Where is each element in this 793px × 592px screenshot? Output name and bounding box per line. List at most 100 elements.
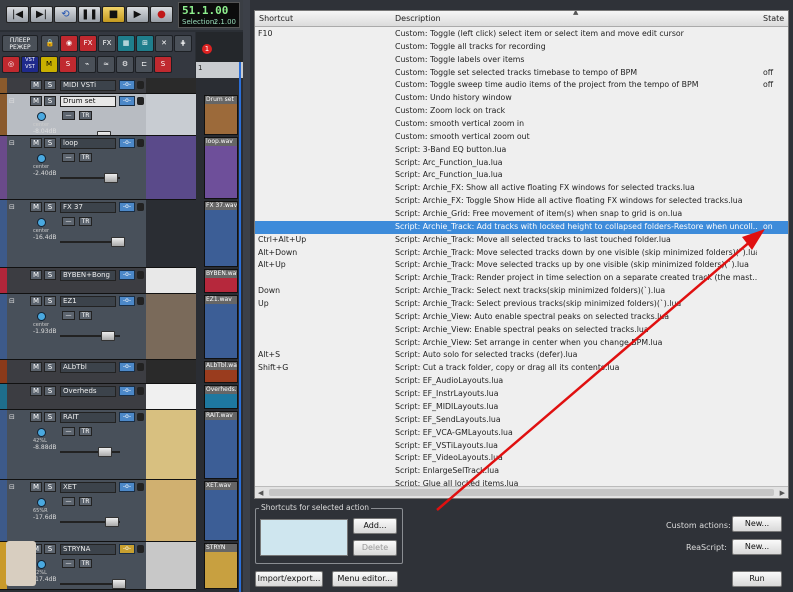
action-row[interactable]: Script: Archie_FX: Toggle Show Hide all … [255,195,788,208]
track-io-button[interactable]: TR [79,311,92,320]
track-route-button[interactable]: -o- [119,202,135,212]
pan-knob-icon[interactable] [37,312,46,321]
track-solo-button[interactable]: S [44,270,56,280]
media-item[interactable]: Overheds.wav [204,385,238,409]
crossfade-icon[interactable]: ✕ [155,35,173,52]
pause-button[interactable]: ❚❚ [78,6,101,23]
media-item[interactable]: RAIT.wav [204,411,238,479]
track-control-panel[interactable]: ⊟ M S Drum set -o-center — TR -8.04dB [0,94,146,135]
volume-fader[interactable] [60,517,120,527]
track-name[interactable]: RAIT [60,412,116,423]
track-arm-button[interactable]: — [62,153,75,162]
track-mute-button[interactable]: M [30,80,42,90]
track-folder-icon[interactable]: ⊟ [9,413,23,424]
track-arm-button[interactable]: — [62,497,75,506]
track-io-button[interactable]: TR [79,427,92,436]
track-route-button[interactable]: -o- [119,96,135,106]
track-folder-icon[interactable]: ⊟ [9,97,23,108]
track-solo-button[interactable]: S [44,482,56,492]
track-fx-button[interactable] [137,297,144,305]
track-control-panel[interactable]: M S BYBEN+Bong -o- [0,268,146,293]
solo-button[interactable]: S [59,56,77,73]
track-io-button[interactable]: TR [79,153,92,162]
m-button[interactable]: M [40,56,58,73]
track-control-panel[interactable]: ⊟ M S FX 37 -o-center — TR -16.4dB [0,200,146,267]
reascript-new-button[interactable]: New... [732,539,782,555]
shortcuts-list[interactable] [260,519,348,556]
media-item[interactable]: Drum set [204,95,238,135]
track-control-panel[interactable]: ⊟ M S EZ1 -o-center — TR -1.93dB [0,294,146,359]
track-name[interactable]: ALbTbl [60,362,116,373]
pan-knob-icon[interactable] [37,112,46,121]
volume-fader[interactable] [60,447,120,457]
track-fx-button[interactable] [137,97,144,105]
pan-knob-icon[interactable] [37,218,46,227]
track-control-panel[interactable]: ⊟ M S RAIT -o- 42%L — TR -8.88dB [0,410,146,479]
track-row[interactable]: ⊟ M S RAIT -o- 42%L — TR -8.88dB [0,410,196,480]
action-row[interactable]: Shift+G Script: Cut a track folder, copy … [255,362,788,375]
go-to-end-button[interactable]: ▶| [30,6,53,23]
action-row[interactable]: Script: Archie_FX: Show all active float… [255,182,788,195]
action-row[interactable]: Custom: Toggle labels over items [255,54,788,67]
routing-icon[interactable]: ⊞ [136,35,154,52]
track-arm-button[interactable]: — [62,111,75,120]
track-row[interactable]: M S ALbTbl -o- [0,360,196,384]
track-io-button[interactable]: TR [79,111,92,120]
action-row[interactable]: Custom: Toggle sweep time audio items of… [255,79,788,92]
metronome-icon[interactable]: ◎ [2,56,20,73]
action-row[interactable]: Custom: Toggle set selected tracks timeb… [255,67,788,80]
fader-thumb[interactable] [104,173,118,183]
track-mute-button[interactable]: M [30,482,42,492]
track-mute-button[interactable]: M [30,362,42,372]
action-row[interactable]: Script: EF_VideoLayouts.lua [255,452,788,465]
horizontal-scrollbar[interactable]: ◀ ▶ [255,486,788,498]
description-column-header[interactable]: Description [395,14,441,23]
track-solo-button[interactable]: S [44,80,56,90]
track-folder-icon[interactable]: ⊟ [9,139,23,150]
arrange-lanes[interactable]: Drum set loop.wav FX 37.wav BYBEN.wav EZ1.wa… [196,78,250,592]
track-row[interactable]: ⊟ M S Drum set -o-center — TR -8.04dB [0,94,196,136]
track-row[interactable]: M S BYBEN+Bong -o- [0,268,196,294]
action-row[interactable]: Script: Arc_Function_lua.lua [255,169,788,182]
action-row[interactable]: Alt+Up Script: Archie_Track: Move selecte… [255,259,788,272]
action-row[interactable]: Custom: smooth vertical zoom in [255,118,788,131]
action-row[interactable]: Ctrl+Alt+Up Script: Archie_Track: Move al… [255,234,788,247]
track-name[interactable]: Drum set [60,96,116,107]
action-row[interactable]: Alt+S Script: Auto solo for selected trac… [255,349,788,362]
fader-thumb[interactable] [112,579,126,589]
add-shortcut-button[interactable]: Add... [353,518,397,534]
track-folder-icon[interactable] [9,271,23,282]
track-arm-button[interactable]: — [62,559,75,568]
track-row[interactable]: ⊟ M S FX 37 -o-center — TR -16.4dB [0,200,196,268]
timeline-ruler[interactable]: 1 [196,62,250,78]
track-fx-button[interactable] [137,81,144,89]
track-name[interactable]: FX 37 [60,202,116,213]
grid-icon[interactable]: ⋕ [174,35,192,52]
track-route-button[interactable]: -o- [119,270,135,280]
track-folder-icon[interactable] [9,387,23,398]
marker-1[interactable]: 1 [202,44,212,54]
action-row[interactable]: Down Script: Archie_Track: Select next tr… [255,285,788,298]
fader-thumb[interactable] [111,237,125,247]
track-arm-button[interactable]: — [62,217,75,226]
fx-button-2[interactable]: FX [98,35,116,52]
track-fx-button[interactable] [137,413,144,421]
pan-knob-icon[interactable] [37,154,46,163]
track-io-button[interactable]: TR [79,217,92,226]
import-export-button[interactable]: Import/export... [255,571,323,587]
track-folder-icon[interactable] [9,363,23,374]
track-name[interactable]: EZ1 [60,296,116,307]
track-route-button[interactable]: -o- [119,544,135,554]
track-fx-button[interactable] [137,271,144,279]
track-name[interactable]: MIDI VSTi [60,80,116,91]
action-row[interactable]: Script: EF_VCA-GMLayouts.lua [255,427,788,440]
track-arm-button[interactable]: — [62,427,75,436]
track-name[interactable]: Overheds [60,386,116,397]
action-row[interactable]: Script: EnlargeSelTrack.lua [255,465,788,478]
action-row[interactable]: Script: Archie_Track: Add tracks with lo… [255,220,788,234]
track-route-button[interactable]: -o- [119,482,135,492]
track-fx-button[interactable] [137,483,144,491]
track-solo-button[interactable]: S [44,296,56,306]
menu-editor-button[interactable]: Menu editor... [332,571,398,587]
track-solo-button[interactable]: S [44,362,56,372]
